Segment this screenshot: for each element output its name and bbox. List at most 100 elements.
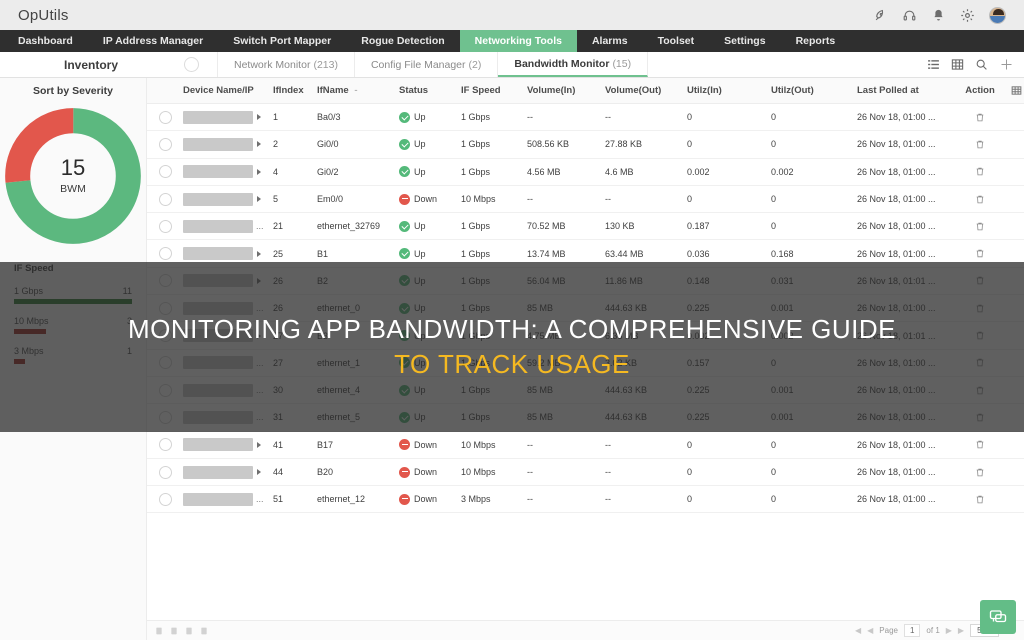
row-delete-button[interactable]	[955, 494, 1005, 505]
row-device-name[interactable]: ...	[183, 301, 273, 315]
row-delete-button[interactable]	[955, 467, 1005, 478]
table-row[interactable]: 4 Gi0/2 Up 1 Gbps 4.56 MB 4.6 MB 0.002 0.002 26 …	[147, 159, 1024, 186]
table-row[interactable]: 5 Em0/0 Down 10 Mbps -- -- 0 0 26 Nov 18, 01:00 …	[147, 186, 1024, 214]
table-row[interactable]: 41 B17 Down 10 Mbps -- -- 0 0 26 Nov 18, 01:00 .…	[147, 432, 1024, 459]
column-header-utilz-out[interactable]: Utilz(Out)	[771, 85, 857, 96]
expand-caret-icon[interactable]	[257, 277, 261, 284]
column-header-last-polled[interactable]: Last Polled at	[857, 85, 955, 96]
table-row[interactable]: ... 21 ethernet_32769 Up 1 Gbps 70.52 MB 130 K…	[147, 213, 1024, 241]
row-delete-button[interactable]	[955, 439, 1005, 450]
expand-caret-icon[interactable]	[257, 441, 261, 448]
row-select-radio[interactable]	[147, 219, 183, 233]
nav-item-switch-port-mapper[interactable]: Switch Port Mapper	[218, 30, 346, 52]
export-csv-icon[interactable]	[170, 627, 178, 635]
row-select-radio[interactable]	[147, 274, 183, 288]
table-row[interactable]: ... 27 ethernet_1 Up 1 Gbps 59.2 MB 3.02 KB 0.1…	[147, 350, 1024, 377]
nav-item-alarms[interactable]: Alarms	[577, 30, 643, 52]
avatar[interactable]	[989, 6, 1006, 24]
pagination-arrows[interactable]: ◀ ◀	[855, 626, 873, 635]
bell-icon[interactable]	[931, 8, 946, 23]
table-row[interactable]: ... 51 ethernet_12 Down 3 Mbps -- -- 0 0 26 Nov 1…	[147, 486, 1024, 514]
add-icon[interactable]	[999, 57, 1014, 72]
column-header-utilz-in[interactable]: Utilz(In)	[687, 85, 771, 96]
row-delete-button[interactable]	[955, 412, 1005, 423]
column-header-status[interactable]: Status	[399, 85, 461, 96]
row-device-name[interactable]	[183, 137, 273, 151]
row-device-name[interactable]	[183, 329, 273, 343]
tab-bandwidth-monitor[interactable]: Bandwidth Monitor (15)	[498, 52, 649, 77]
search-icon[interactable]	[975, 58, 988, 71]
row-device-name[interactable]	[183, 438, 273, 452]
row-device-name[interactable]: ...	[183, 410, 273, 424]
row-select-radio[interactable]	[147, 383, 183, 397]
row-delete-button[interactable]	[955, 385, 1005, 396]
print-icon[interactable]	[200, 627, 208, 635]
export-xls-icon[interactable]	[185, 627, 193, 635]
row-device-name[interactable]: ...	[183, 219, 273, 233]
pagination-arrows-next[interactable]: ▶ ▶	[946, 626, 964, 635]
row-device-name[interactable]	[183, 192, 273, 206]
nav-item-settings[interactable]: Settings	[709, 30, 780, 52]
row-select-radio[interactable]	[147, 356, 183, 370]
row-select-radio[interactable]	[147, 247, 183, 261]
page-number-input[interactable]: 1	[903, 624, 921, 637]
headset-icon[interactable]	[902, 8, 917, 23]
column-header-ifindex[interactable]: IfIndex	[273, 85, 317, 96]
nav-item-networking-tools[interactable]: Networking Tools	[459, 30, 577, 52]
list-view-icon[interactable]	[927, 58, 940, 71]
row-delete-button[interactable]	[955, 221, 1005, 232]
table-row[interactable]: 27 B3 Up 1 Gbps 4.75 MB 6.33 MB 0.002 0.002 26 N…	[147, 322, 1024, 350]
row-delete-button[interactable]	[955, 330, 1005, 341]
nav-item-reports[interactable]: Reports	[781, 30, 851, 52]
gear-icon[interactable]	[960, 8, 975, 23]
row-delete-button[interactable]	[955, 303, 1005, 314]
row-select-radio[interactable]	[147, 492, 183, 506]
export-pdf-icon[interactable]	[155, 627, 163, 635]
grid-view-icon[interactable]	[951, 58, 964, 71]
row-device-name[interactable]	[183, 165, 273, 179]
if-speed-bar-3mbps[interactable]: 3 Mbps 1	[14, 346, 132, 364]
row-delete-button[interactable]	[955, 357, 1005, 368]
chat-support-button[interactable]	[980, 600, 1016, 634]
row-select-radio[interactable]	[147, 465, 183, 479]
if-speed-bar-1gbps[interactable]: 1 Gbps 11	[14, 286, 132, 304]
table-row[interactable]: 25 B1 Up 1 Gbps 13.74 MB 63.44 MB 0.036 0.168 26…	[147, 240, 1024, 268]
table-row[interactable]: 26 B2 Up 1 Gbps 56.04 MB 11.86 MB 0.148 0.031 26…	[147, 268, 1024, 296]
table-row[interactable]: 2 Gi0/0 Up 1 Gbps 508.56 KB 27.88 KB 0 0 26 Nov …	[147, 131, 1024, 159]
row-device-name[interactable]: ...	[183, 492, 273, 506]
column-header-ifname[interactable]: IfName -	[317, 85, 399, 96]
rocket-icon[interactable]	[873, 8, 888, 23]
table-row[interactable]: 44 B20 Down 10 Mbps -- -- 0 0 26 Nov 18, 01:00 .…	[147, 459, 1024, 487]
row-delete-button[interactable]	[955, 166, 1005, 177]
row-delete-button[interactable]	[955, 139, 1005, 150]
row-delete-button[interactable]	[955, 194, 1005, 205]
row-select-radio[interactable]	[147, 410, 183, 424]
column-header-volume-in[interactable]: Volume(In)	[527, 85, 605, 96]
expand-caret-icon[interactable]	[257, 114, 261, 121]
tab-network-monitor[interactable]: Network Monitor (213)	[217, 52, 355, 77]
table-row[interactable]: ... 30 ethernet_4 Up 1 Gbps 85 MB 444.63 KB 0.2…	[147, 377, 1024, 405]
column-chooser-button[interactable]	[1005, 85, 1024, 96]
row-select-radio[interactable]	[147, 438, 183, 452]
column-header-if-speed[interactable]: IF Speed	[461, 85, 527, 96]
table-row[interactable]: 1 Ba0/3 Up 1 Gbps -- -- 0 0 26 Nov 18, 01:00 ...	[147, 104, 1024, 132]
nav-item-toolset[interactable]: Toolset	[643, 30, 710, 52]
row-device-name[interactable]	[183, 465, 273, 479]
row-device-name[interactable]	[183, 274, 273, 288]
row-delete-button[interactable]	[955, 275, 1005, 286]
row-select-radio[interactable]	[147, 137, 183, 151]
table-row[interactable]: ... 31 ethernet_5 Up 1 Gbps 85 MB 444.63 KB 0.2…	[147, 404, 1024, 432]
expand-caret-icon[interactable]	[257, 332, 261, 339]
row-delete-button[interactable]	[955, 112, 1005, 123]
row-select-radio[interactable]	[147, 165, 183, 179]
column-header-device-name[interactable]: Device Name/IP	[183, 85, 273, 96]
row-device-name[interactable]: ...	[183, 383, 273, 397]
row-delete-button[interactable]	[955, 248, 1005, 259]
row-device-name[interactable]: ...	[183, 356, 273, 370]
row-device-name[interactable]	[183, 247, 273, 261]
row-select-radio[interactable]	[147, 301, 183, 315]
table-row[interactable]: ... 26 ethernet_0 Up 1 Gbps 85 MB 444.63 KB 0.2…	[147, 295, 1024, 323]
nav-item-dashboard[interactable]: Dashboard	[0, 30, 88, 52]
column-header-volume-out[interactable]: Volume(Out)	[605, 85, 687, 96]
row-device-name[interactable]	[183, 110, 273, 124]
